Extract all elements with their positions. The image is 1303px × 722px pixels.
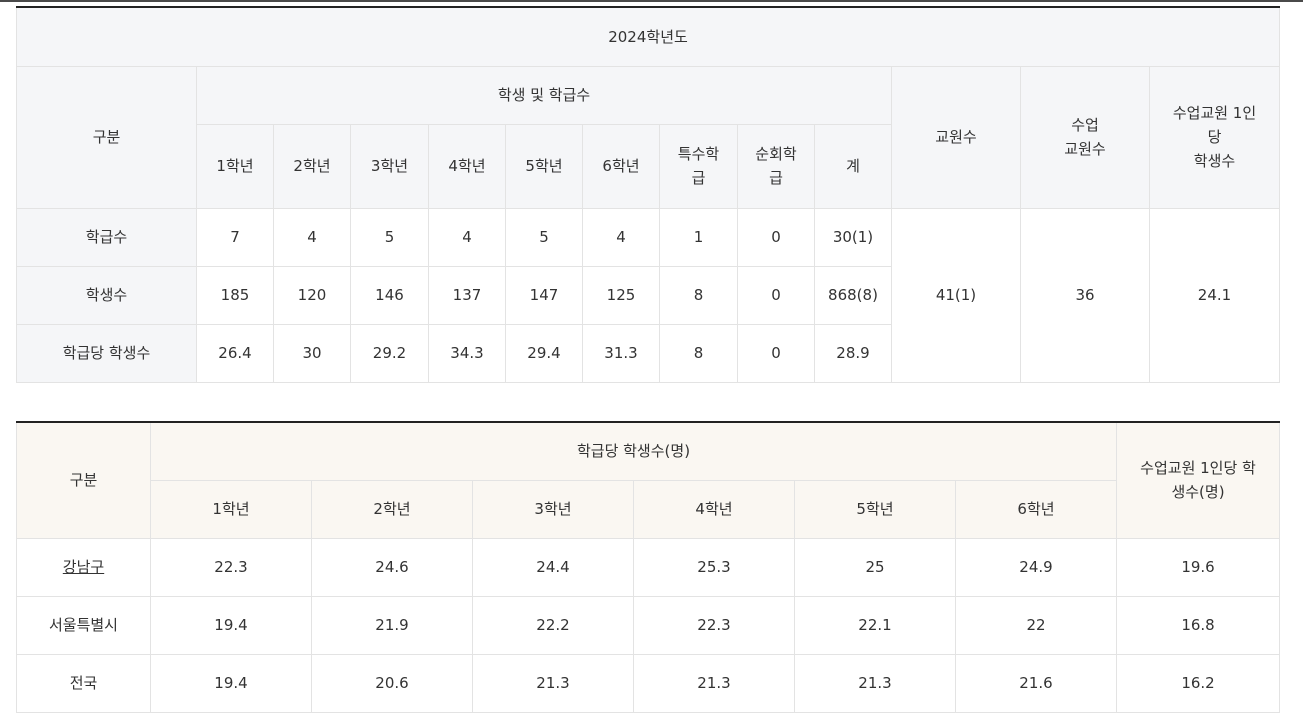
cell: 137	[428, 265, 506, 325]
cell: 24.9	[954, 537, 1118, 597]
row-label: 서울특별시	[16, 595, 151, 655]
row-label: 학생수	[16, 265, 197, 325]
grade-header: 2학년	[273, 123, 351, 209]
region-link-label[interactable]: 강남구	[63, 558, 104, 576]
cell: 0	[737, 207, 815, 267]
students-per-class-header: 학급당 학생수(명)	[149, 421, 1118, 481]
row-label: 학급당 학생수	[16, 323, 197, 383]
cell: 22.1	[794, 595, 956, 655]
cell: 21.3	[633, 653, 795, 713]
cell: 19.4	[150, 653, 312, 713]
cell: 125	[582, 265, 660, 325]
grade-header: 5학년	[794, 479, 956, 539]
top-rule	[0, 0, 1303, 2]
category-header: 구분	[16, 65, 197, 209]
grade-header: 1학년	[150, 479, 312, 539]
grade-header: 3학년	[472, 479, 634, 539]
cell: 16.8	[1116, 595, 1281, 655]
cell: 1	[659, 207, 738, 267]
cell: 30(1)	[814, 207, 892, 267]
cell: 4	[273, 207, 351, 267]
cell: 21.3	[472, 653, 634, 713]
cell: 4	[428, 207, 506, 267]
grade-header: 4학년	[633, 479, 795, 539]
cell: 0	[737, 265, 815, 325]
cell: 868(8)	[814, 265, 892, 325]
itinerant-class-header: 순회학 급	[737, 123, 815, 209]
grade-header: 6학년	[954, 479, 1118, 539]
cell: 29.4	[505, 323, 583, 383]
cell: 19.6	[1116, 537, 1281, 597]
table-row: 학급수 7 4 5 4 5 4 1 0 30(1) 41(1) 36 24.1	[16, 207, 1281, 383]
cell: 21.3	[794, 653, 956, 713]
cell: 24.6	[311, 537, 473, 597]
cell: 0	[737, 323, 815, 383]
row-label: 학급수	[16, 207, 197, 267]
cell: 22.3	[633, 595, 795, 655]
grade-header: 6학년	[582, 123, 660, 209]
cell: 25	[794, 537, 956, 597]
students-per-teacher-value: 24.1	[1148, 207, 1281, 383]
cell: 8	[659, 323, 738, 383]
cell: 31.3	[582, 323, 660, 383]
teachers-header: 교원수	[891, 65, 1021, 209]
students-classes-header: 학생 및 학급수	[196, 65, 892, 125]
cell: 26.4	[196, 323, 274, 383]
cell: 8	[659, 265, 738, 325]
class-teachers-value: 36	[1020, 207, 1150, 383]
cell: 5	[350, 207, 429, 267]
school-stats-table: 2024학년도 구분 학생 및 학급수 교원수 수업 교원수 수업교원 1인 당 학생…	[15, 6, 1281, 383]
cell: 120	[273, 265, 351, 325]
cell: 5	[505, 207, 583, 267]
grade-header: 3학년	[350, 123, 429, 209]
cell: 146	[350, 265, 429, 325]
cell: 22	[954, 595, 1118, 655]
class-teachers-header: 수업 교원수	[1020, 65, 1150, 209]
cell: 7	[196, 207, 274, 267]
cell: 29.2	[350, 323, 429, 383]
students-per-teacher-header: 수업교원 1인당 학 생수(명)	[1116, 421, 1281, 539]
grade-header: 4학년	[428, 123, 506, 209]
cell: 16.2	[1116, 653, 1281, 713]
cell: 30	[273, 323, 351, 383]
cell: 147	[505, 265, 583, 325]
grade-header: 1학년	[196, 123, 274, 209]
cell: 185	[196, 265, 274, 325]
special-class-header: 특수학 급	[659, 123, 738, 209]
table-row: 서울특별시 19.4 21.9 22.2 22.3 22.1 22 16.8	[16, 595, 1281, 655]
cell: 19.4	[150, 595, 312, 655]
cell: 34.3	[428, 323, 506, 383]
cell: 21.9	[311, 595, 473, 655]
cell: 22.3	[150, 537, 312, 597]
students-per-teacher-header: 수업교원 1인 당 학생수	[1148, 65, 1281, 209]
grade-header: 2학년	[311, 479, 473, 539]
grade-header: 5학년	[505, 123, 583, 209]
teachers-value: 41(1)	[891, 207, 1021, 383]
cell: 24.4	[472, 537, 634, 597]
region-link-gangnam[interactable]: 강남구	[16, 537, 151, 597]
cell: 21.6	[954, 653, 1118, 713]
cell: 28.9	[814, 323, 892, 383]
cell: 4	[582, 207, 660, 267]
table-row: 전국 19.4 20.6 21.3 21.3 21.3 21.6 16.2	[16, 653, 1281, 713]
table-row: 강남구 22.3 24.6 24.4 25.3 25 24.9 19.6	[16, 537, 1281, 597]
row-label: 전국	[16, 653, 151, 713]
cell: 20.6	[311, 653, 473, 713]
comparison-table: 구분 학급당 학생수(명) 수업교원 1인당 학 생수(명) 1학년 2학년 3학…	[16, 421, 1281, 713]
category-header: 구분	[16, 421, 151, 539]
total-header: 계	[814, 123, 892, 209]
cell: 25.3	[633, 537, 795, 597]
cell: 22.2	[472, 595, 634, 655]
year-title: 2024학년도	[15, 6, 1281, 67]
